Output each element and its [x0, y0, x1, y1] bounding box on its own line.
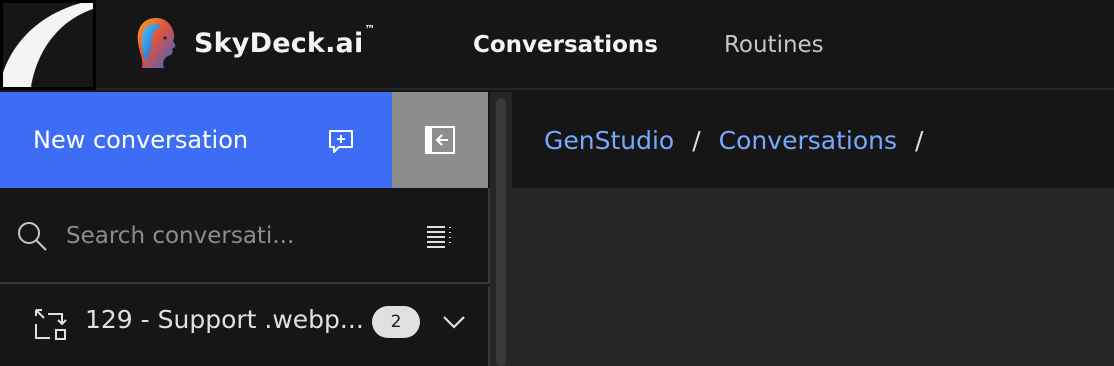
search-input[interactable] [64, 212, 354, 260]
list-filter-icon[interactable] [424, 221, 454, 251]
panel-collapse-icon [425, 126, 455, 154]
search-bar [0, 188, 490, 284]
main-content: GenStudio / Conversations / [512, 92, 1114, 366]
conversation-title: 129 - Support .webp... [85, 305, 364, 334]
conversation-group-item[interactable]: 129 - Support .webp... 2 [0, 286, 490, 366]
brand-name: SkyDeck.ai [194, 27, 364, 59]
sidebar-scrollbar[interactable] [490, 92, 512, 366]
new-conversation-button[interactable]: New conversation [0, 92, 392, 188]
breadcrumb: GenStudio / Conversations / [512, 92, 1114, 188]
breadcrumb-conversations[interactable]: Conversations [719, 126, 897, 155]
nav-routines[interactable]: Routines [724, 32, 824, 58]
brand[interactable]: SkyDeck.ai ™ [134, 14, 375, 72]
nav-conversations[interactable]: Conversations [473, 32, 658, 58]
search-icon [18, 222, 47, 251]
chevron-down-icon[interactable] [440, 308, 468, 336]
conversation-sidebar: New conversation 129 - [0, 92, 490, 366]
collapse-sidebar-button[interactable] [392, 92, 488, 188]
new-conversation-label: New conversation [33, 126, 249, 154]
chat-add-icon [329, 130, 353, 153]
conversation-count-badge: 2 [372, 306, 420, 338]
breadcrumb-genstudio[interactable]: GenStudio [544, 126, 674, 155]
workflow-icon [35, 309, 67, 340]
app-logo[interactable] [0, 0, 96, 90]
swoosh-logo-icon [3, 3, 93, 87]
top-nav: Conversations Routines [473, 0, 890, 90]
scrollbar-thumb[interactable] [496, 98, 506, 366]
top-bar: SkyDeck.ai ™ Conversations Routines [0, 0, 1114, 90]
breadcrumb-separator: / [914, 125, 924, 155]
breadcrumb-separator: / [692, 125, 701, 155]
brand-face-icon [137, 18, 176, 68]
trademark-mark: ™ [364, 22, 376, 36]
